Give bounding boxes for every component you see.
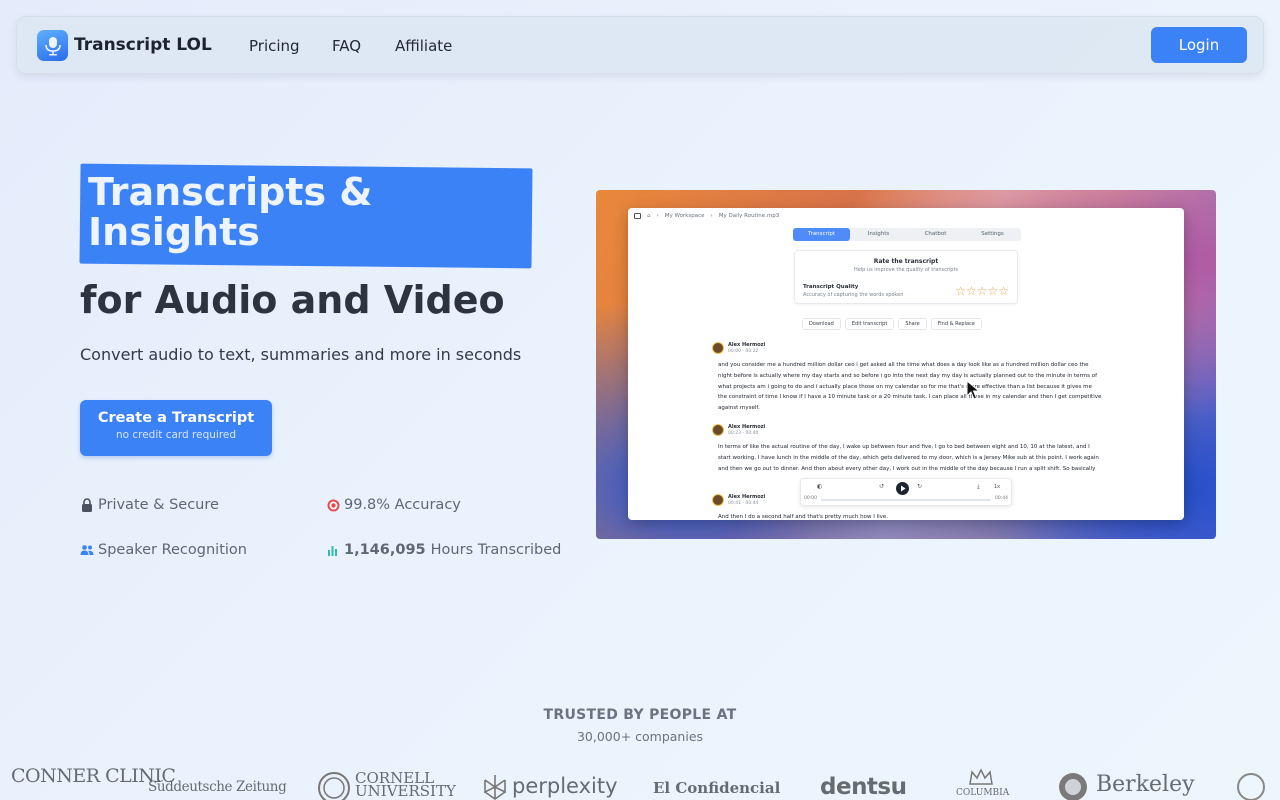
preview-app-window: ⌂ › My Workspace › My Daily Routine.mp3 … <box>628 208 1184 520</box>
target-icon <box>326 498 340 512</box>
tab-transcript: Transcript <box>793 228 850 241</box>
segment-text: In terms of like the actual routine of t… <box>718 444 1099 472</box>
cornell-logo <box>318 772 350 800</box>
play-icon <box>896 482 909 495</box>
speaker-avatar <box>712 342 724 354</box>
feature-hours: 1,146,095 Hours Transcribed <box>326 542 561 558</box>
hero-description: Convert audio to text, summaries and mor… <box>80 345 522 364</box>
speaker-name: Alex Hermozi <box>728 424 766 430</box>
hero-subtitle: for Audio and Video <box>80 278 505 322</box>
login-button[interactable]: Login <box>1151 27 1247 63</box>
sidebar-toggle-icon <box>634 213 641 219</box>
breadcrumb-workspace: My Workspace <box>664 213 705 219</box>
nav-link-pricing[interactable]: Pricing <box>249 37 300 55</box>
tool-edit: Edit transcript <box>844 318 895 330</box>
tool-download: Download <box>802 318 841 330</box>
berkeley-logo: Berkeley <box>1096 772 1195 797</box>
cornell-logo-text: CORNELL UNIVERSITY <box>355 769 456 800</box>
hours-count: 1,146,095 <box>344 542 426 558</box>
tab-chatbot: Chatbot <box>924 231 947 237</box>
rewind-icon: ↺ <box>879 483 885 490</box>
preview-toolbar: Download Edit transcript Share Find & Re… <box>802 318 982 330</box>
product-preview-image: ⌂ › My Workspace › My Daily Routine.mp3 … <box>596 190 1216 539</box>
speed-label: 1x <box>994 484 1001 490</box>
quality-desc: Accuracy of capturing the words spoken <box>803 292 904 298</box>
columbia-logo: COLUMBIA <box>956 788 1010 798</box>
feature-private-label: Private & Secure <box>98 497 219 513</box>
home-icon: ⌂ <box>647 213 651 219</box>
tab-settings: Settings <box>981 231 1004 237</box>
cornell-seal-icon <box>318 772 350 800</box>
berkeley-seal-icon <box>1058 772 1088 800</box>
rating-card: Rate the transcript Help us improve the … <box>794 250 1018 304</box>
feature-accuracy-label: 99.8% Accuracy <box>344 497 461 513</box>
top-navbar: Transcript LOL Pricing FAQ Affiliate Log… <box>16 16 1264 74</box>
forward-icon: ↻ <box>917 483 923 490</box>
microphone-logo-icon[interactable] <box>37 30 68 61</box>
cta-label: Create a Transcript <box>97 410 255 426</box>
bar-chart-icon <box>326 543 340 557</box>
mouse-cursor-icon <box>966 380 980 400</box>
trusted-subheading: 30,000+ companies <box>576 729 704 744</box>
segment-time: 00:41 - 00:44 <box>728 501 759 506</box>
feature-private: Private & Secure <box>80 497 219 513</box>
volume-icon: ◐ <box>817 483 823 490</box>
download-icon: ⤓ <box>977 483 980 490</box>
cta-note: no credit card required <box>115 429 237 441</box>
time-start: 00:00 <box>804 496 817 501</box>
tool-share: Share <box>898 318 927 330</box>
speaker-name: Alex Hermozi <box>728 494 766 500</box>
hours-label: Hours Transcribed <box>430 542 562 558</box>
segment-text: And then I do a second half and that's p… <box>718 514 889 520</box>
nav-link-faq[interactable]: FAQ <box>332 37 361 55</box>
tab-insights: Insights <box>867 231 890 237</box>
quality-label: Transcript Quality <box>803 284 859 290</box>
nav-link-affiliate[interactable]: Affiliate <box>395 37 452 55</box>
feature-speaker-label: Speaker Recognition <box>98 542 247 558</box>
preview-breadcrumb: ⌂ › My Workspace › My Daily Routine.mp3 <box>634 213 779 219</box>
create-transcript-button[interactable]: Create a Transcript no credit card requi… <box>80 400 272 456</box>
audio-player: ◐ ↺ ↻ ⤓ 1x 00:00 00:44 <box>800 478 1012 506</box>
lock-icon <box>80 498 94 512</box>
preview-tabs: Transcript Insights Chatbot Settings <box>793 228 1021 241</box>
time-end: 00:44 <box>995 496 1008 501</box>
speaker-avatar <box>712 424 724 436</box>
el-confidencial-logo: El Confidencial <box>653 779 781 797</box>
brand-name[interactable]: Transcript LOL <box>74 35 212 55</box>
company-logo-strip: CONNER CLINIC Süddeutsche Zeitung CORNEL… <box>0 766 1280 800</box>
perplexity-mark-icon <box>483 774 507 800</box>
columbia-crown-icon <box>968 768 994 790</box>
users-icon <box>80 543 94 557</box>
tool-find-replace: Find & Replace <box>930 318 982 330</box>
breadcrumb-file: My Daily Routine.mp3 <box>718 213 780 219</box>
segment-text: and you consider me a hundred million do… <box>718 362 1102 412</box>
feature-speaker: Speaker Recognition <box>80 542 247 558</box>
segment-time: 00:00 - 00:22 <box>728 349 759 354</box>
partial-seal-icon <box>1236 772 1266 800</box>
sueddeutsche-logo: Süddeutsche Zeitung <box>148 779 287 795</box>
hero-headline: Transcripts & Insights <box>88 170 373 254</box>
star-rating-icon: ☆☆☆☆☆ <box>955 284 1009 298</box>
progress-track <box>821 499 991 501</box>
trusted-heading: TRUSTED BY PEOPLE AT <box>543 707 737 723</box>
rating-title: Rate the transcript <box>873 258 939 265</box>
segment-time: 00:23 - 00:40 <box>728 431 759 436</box>
feature-accuracy: 99.8% Accuracy <box>326 497 461 513</box>
speaker-name: Alex Hermozi <box>728 342 766 348</box>
rating-help: Help us improve the quality of transcrip… <box>853 267 959 273</box>
perplexity-logo: perplexity <box>512 774 618 798</box>
dentsu-logo: dentsu <box>820 774 907 800</box>
speaker-avatar <box>712 494 724 506</box>
